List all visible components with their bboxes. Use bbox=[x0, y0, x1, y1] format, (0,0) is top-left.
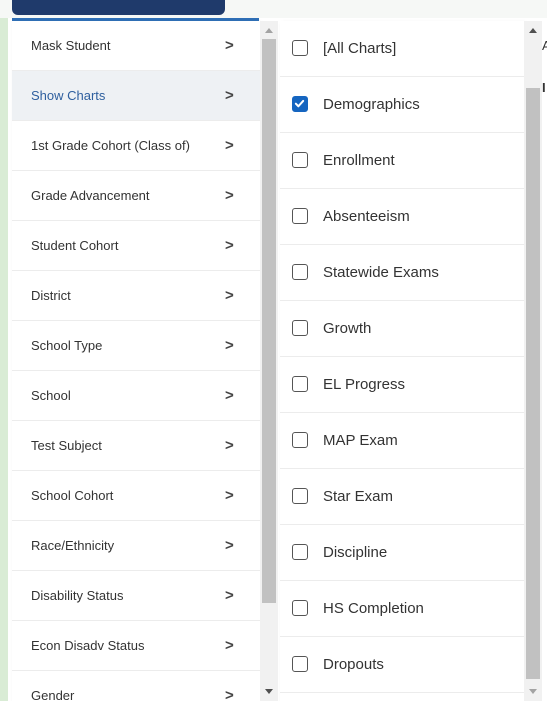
checkbox-icon[interactable] bbox=[292, 544, 308, 560]
chart-option[interactable]: Discipline bbox=[280, 525, 524, 581]
chart-option-label: Demographics bbox=[323, 96, 420, 113]
chevron-right-icon: > bbox=[225, 437, 234, 454]
scroll-down-arrow-icon[interactable] bbox=[265, 689, 273, 694]
scroll-down-arrow-icon[interactable] bbox=[529, 689, 537, 694]
show-charts-submenu: [All Charts] Demographics Enrollment Absent… bbox=[280, 21, 524, 701]
scroll-up-arrow-icon[interactable] bbox=[265, 28, 273, 33]
background-strip bbox=[0, 0, 8, 701]
chevron-right-icon: > bbox=[225, 687, 234, 701]
checkbox-icon[interactable] bbox=[292, 208, 308, 224]
filter-menu-item[interactable]: Race/Ethnicity > bbox=[12, 521, 260, 571]
chevron-right-icon: > bbox=[225, 587, 234, 604]
checkbox-icon[interactable] bbox=[292, 432, 308, 448]
filter-menu-scrollbar[interactable] bbox=[260, 21, 278, 701]
filter-menu-item[interactable]: Mask Student > bbox=[12, 21, 260, 71]
chevron-right-icon: > bbox=[225, 237, 234, 254]
filter-menu-item[interactable]: Gender > bbox=[12, 671, 260, 701]
chart-option[interactable]: Demographics bbox=[280, 77, 524, 133]
filter-menu-item-label: Student Cohort bbox=[31, 238, 119, 253]
filter-menu-item[interactable]: School > bbox=[12, 371, 260, 421]
chevron-right-icon: > bbox=[225, 337, 234, 354]
checked-checkbox-icon[interactable] bbox=[292, 96, 308, 112]
chart-option-label: Dropouts bbox=[323, 656, 384, 673]
filter-menu-item[interactable]: Student Cohort > bbox=[12, 221, 260, 271]
chevron-right-icon: > bbox=[225, 487, 234, 504]
chart-option[interactable]: MAP Exam bbox=[280, 413, 524, 469]
checkbox-icon[interactable] bbox=[292, 376, 308, 392]
chart-option[interactable]: HS Completion bbox=[280, 581, 524, 637]
filter-menu-item[interactable]: School Type > bbox=[12, 321, 260, 371]
chevron-right-icon: > bbox=[225, 87, 234, 104]
chart-option[interactable]: Dropouts bbox=[280, 637, 524, 693]
filter-menu-item-label: Race/Ethnicity bbox=[31, 538, 115, 553]
filter-menu-item[interactable]: Test Subject > bbox=[12, 421, 260, 471]
chevron-right-icon: > bbox=[225, 287, 234, 304]
filter-menu: Mask Student > Show Charts >1st Grade Cohor… bbox=[12, 21, 260, 701]
chart-option-label: EL Progress bbox=[323, 376, 405, 393]
chart-option[interactable]: Absenteeism bbox=[280, 189, 524, 245]
chevron-right-icon: > bbox=[225, 187, 234, 204]
scroll-up-arrow-icon[interactable] bbox=[529, 28, 537, 33]
chevron-right-icon: > bbox=[225, 387, 234, 404]
background-text: A bbox=[542, 38, 547, 53]
filter-menu-item-label: 1st Grade Cohort (Class of) bbox=[31, 138, 190, 153]
filter-menu-item-label: Grade Advancement bbox=[31, 188, 150, 203]
checkbox-icon[interactable] bbox=[292, 264, 308, 280]
chart-option-label: [All Charts] bbox=[323, 40, 397, 57]
background-text: I bbox=[542, 80, 546, 95]
checkbox-icon[interactable] bbox=[292, 600, 308, 616]
filter-menu-item[interactable]: Econ Disadv Status > bbox=[12, 621, 260, 671]
chart-option-label: Growth bbox=[323, 320, 372, 337]
checkbox-icon[interactable] bbox=[292, 152, 308, 168]
chart-option[interactable]: Star Exam bbox=[280, 469, 524, 525]
chart-option[interactable]: [All Charts] bbox=[280, 21, 524, 77]
filter-menu-item-label: School Cohort bbox=[31, 488, 114, 503]
chart-option[interactable]: Statewide Exams bbox=[280, 245, 524, 301]
chart-option[interactable]: EL Progress bbox=[280, 357, 524, 413]
checkbox-icon[interactable] bbox=[292, 656, 308, 672]
chevron-right-icon: > bbox=[225, 137, 234, 154]
chart-option[interactable]: Growth bbox=[280, 301, 524, 357]
chart-list-scrollbar[interactable] bbox=[524, 21, 542, 701]
chevron-right-icon: > bbox=[225, 537, 234, 554]
filter-menu-item-label: Econ Disadv Status bbox=[31, 638, 145, 653]
chevron-right-icon: > bbox=[225, 37, 234, 54]
chart-option-label: Discipline bbox=[323, 544, 388, 561]
checkbox-icon[interactable] bbox=[292, 320, 308, 336]
filter-menu-item-label: School bbox=[31, 388, 71, 403]
chart-option[interactable]: Enrollment bbox=[280, 133, 524, 189]
chart-option-label: Absenteeism bbox=[323, 208, 410, 225]
filter-menu-item-label: Disability Status bbox=[31, 588, 124, 603]
filter-menu-item-label: School Type bbox=[31, 338, 103, 353]
filter-menu-item-label: District bbox=[31, 288, 71, 303]
chart-option-label: MAP Exam bbox=[323, 432, 398, 449]
chevron-right-icon: > bbox=[225, 637, 234, 654]
filter-menu-item[interactable]: School Cohort > bbox=[12, 471, 260, 521]
filter-menu-item-label: Show Charts bbox=[31, 88, 106, 103]
filter-menu-item[interactable]: District > bbox=[12, 271, 260, 321]
filter-menu-item-label: Mask Student bbox=[31, 38, 111, 53]
chart-option-label: Statewide Exams bbox=[323, 264, 439, 281]
filter-menu-item-label: Gender bbox=[31, 688, 75, 701]
checkbox-icon[interactable] bbox=[292, 40, 308, 56]
filter-menu-item[interactable]: Grade Advancement > bbox=[12, 171, 260, 221]
header-tab[interactable] bbox=[12, 0, 225, 15]
filter-menu-item[interactable]: 1st Grade Cohort (Class of) > bbox=[12, 121, 260, 171]
chart-option-label: Star Exam bbox=[323, 488, 394, 505]
scrollbar-thumb[interactable] bbox=[262, 39, 276, 603]
filter-menu-item-label: Test Subject bbox=[31, 438, 102, 453]
filter-menu-item[interactable]: Show Charts > bbox=[12, 71, 260, 121]
checkbox-icon[interactable] bbox=[292, 488, 308, 504]
filter-menu-item[interactable]: Disability Status > bbox=[12, 571, 260, 621]
chart-option-label: Enrollment bbox=[323, 152, 395, 169]
chart-option-label: HS Completion bbox=[323, 600, 424, 617]
scrollbar-thumb[interactable] bbox=[526, 88, 540, 679]
